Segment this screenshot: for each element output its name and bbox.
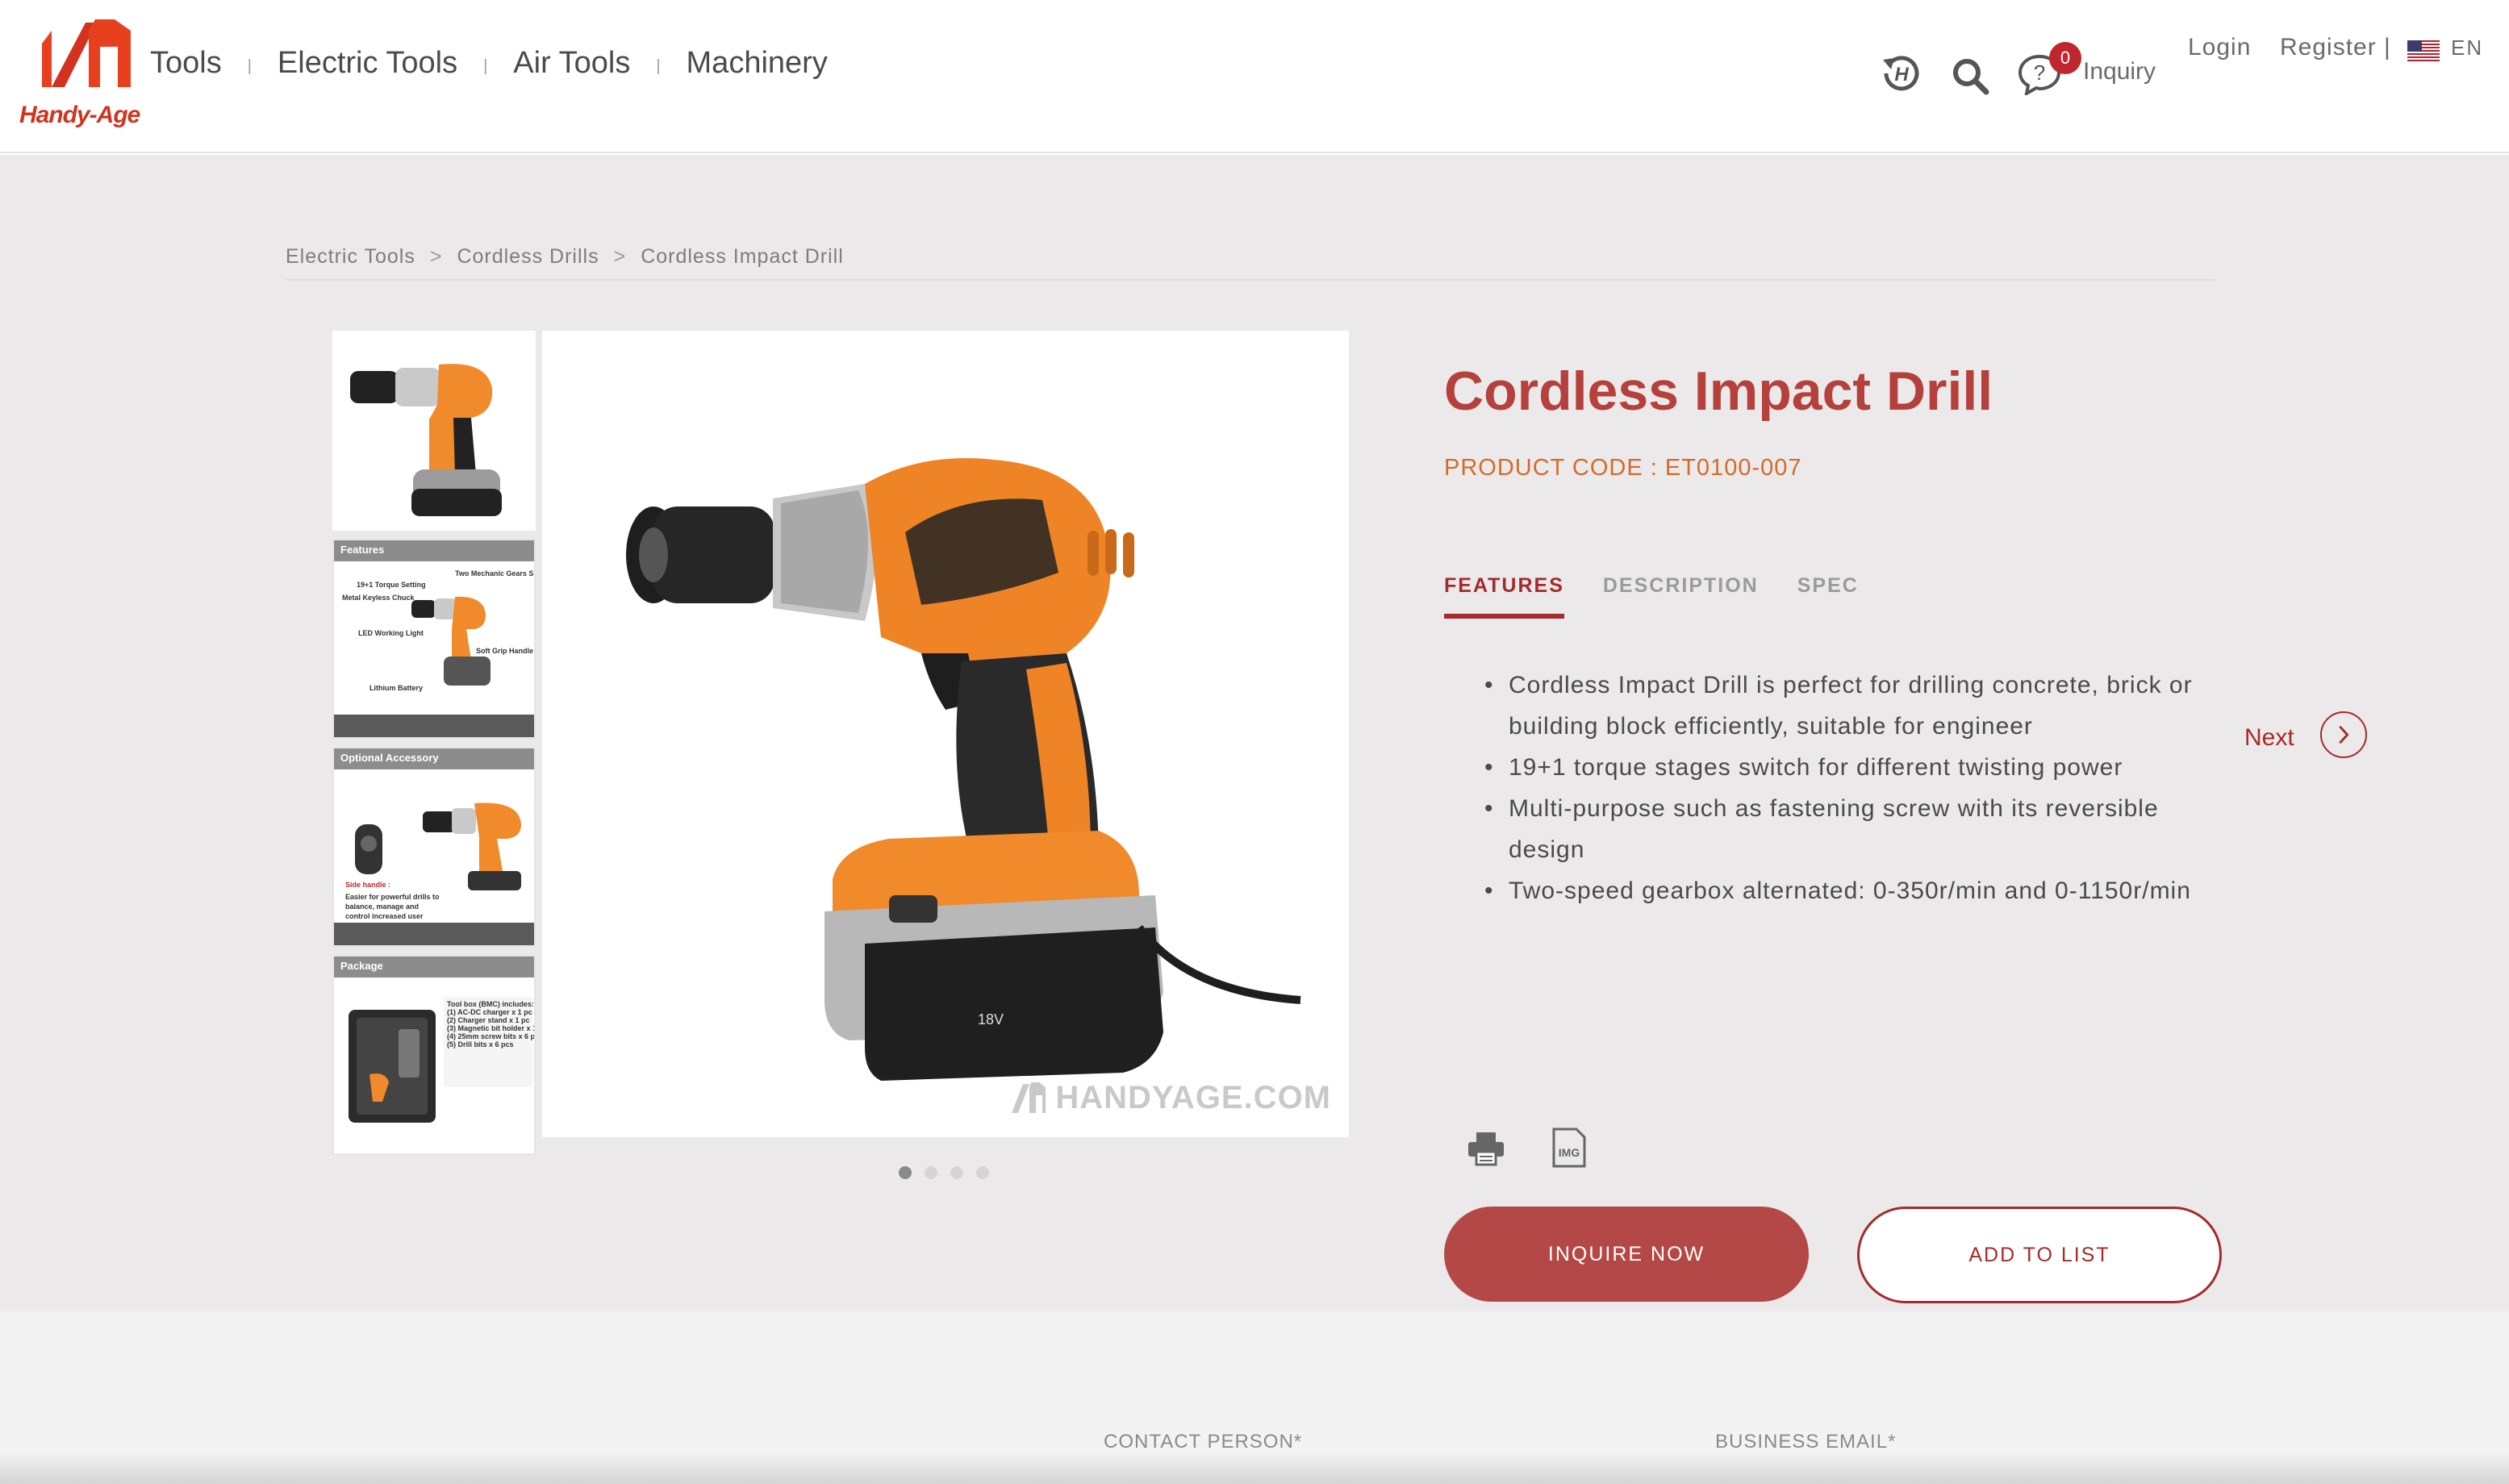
register-link[interactable]: Register | xyxy=(2280,34,2391,61)
accessory-note: Side handle : xyxy=(345,881,391,889)
inquire-now-button[interactable]: INQUIRE NOW xyxy=(1444,1207,1809,1302)
tab-spec[interactable]: SPEC xyxy=(1797,574,1859,619)
breadcrumb-item-cordless-drills[interactable]: Cordless Drills xyxy=(457,245,599,268)
package-note: (2) Charger stand x 1 pc xyxy=(447,1016,530,1024)
history-icon[interactable]: H xyxy=(1878,50,1925,97)
nav-separator: | xyxy=(247,56,252,75)
feature-item: Multi-purpose such as fastening screw wi… xyxy=(1484,788,2227,870)
svg-text:?: ? xyxy=(2034,60,2045,85)
feature-item: 19+1 torque stages switch for different … xyxy=(1484,747,2227,788)
product-title: Cordless Impact Drill xyxy=(1444,361,1993,422)
breadcrumb-divider xyxy=(286,279,2215,281)
package-note: (1) AC-DC charger x 1 pc xyxy=(447,1008,532,1016)
main-nav: Tools | Electric Tools | Air Tools | Mac… xyxy=(150,39,828,87)
business-email-label: BUSINESS EMAIL* xyxy=(1715,1431,1897,1453)
drill-feature-image xyxy=(411,596,491,686)
thumbnail-features[interactable]: Features 19+1 Torque Setting Metal Keyle… xyxy=(332,539,536,739)
us-flag-icon[interactable] xyxy=(2407,40,2440,61)
logo-text: Handy-Age xyxy=(19,102,140,128)
package-note: (5) Drill bits x 6 pcs xyxy=(447,1040,514,1048)
breadcrumb-item-current[interactable]: Cordless Impact Drill xyxy=(641,245,844,268)
tab-features[interactable]: FEATURES xyxy=(1444,574,1564,619)
breadcrumb-item-electric-tools[interactable]: Electric Tools xyxy=(286,245,415,268)
watermark-logo-icon xyxy=(1012,1082,1046,1113)
inquiry-form-section: CONTACT PERSON* BUSINESS EMAIL* xyxy=(0,1311,2509,1484)
watermark-text: HANDYAGE.COM xyxy=(1055,1080,1331,1115)
cordless-drill-image: 18V xyxy=(626,458,1301,1081)
feature-note: 19+1 Torque Setting xyxy=(357,581,426,589)
carousel-dot[interactable] xyxy=(976,1166,989,1179)
carousel-dots xyxy=(899,1166,989,1179)
features-list: Cordless Impact Drill is perfect for dri… xyxy=(1484,665,2227,911)
feature-note: Two Mechanic Gears Speed xyxy=(455,569,534,577)
nav-separator: | xyxy=(483,56,488,75)
carousel-dot[interactable] xyxy=(925,1166,937,1179)
thumbnail-caption: Features xyxy=(334,540,534,561)
img-icon-label: IMG xyxy=(1559,1146,1580,1159)
logo-icon xyxy=(42,19,131,87)
package-note: Tool box (BMC) includes: xyxy=(447,1000,534,1008)
nav-item-machinery[interactable]: Machinery xyxy=(687,46,828,81)
nav-item-electric-tools[interactable]: Electric Tools xyxy=(278,46,457,81)
product-tabs: FEATURES DESCRIPTION SPEC xyxy=(1444,574,1859,619)
thumbnail-package[interactable]: Package Tool box (BMC) includes: (1) AC-… xyxy=(332,955,536,1155)
language-selector[interactable]: EN xyxy=(2451,35,2483,60)
svg-text:H: H xyxy=(1894,64,1909,85)
inquiry-count-badge: 0 xyxy=(2049,42,2081,74)
print-icon[interactable] xyxy=(1467,1131,1505,1166)
image-download-icon[interactable]: IMG xyxy=(1551,1128,1588,1168)
contact-person-label: CONTACT PERSON* xyxy=(1104,1431,1303,1453)
site-header: Handy-Age Tools | Electric Tools | Air T… xyxy=(0,0,2509,153)
package-note: (3) Magnetic bit holder x 1 pc xyxy=(447,1024,534,1032)
package-note: (4) 25mm screw bits x 6 pcs xyxy=(447,1032,536,1040)
feature-item: Cordless Impact Drill is perfect for dri… xyxy=(1484,665,2227,747)
add-to-list-button[interactable]: ADD TO LIST xyxy=(1857,1207,2222,1303)
nav-item-tools[interactable]: Tools xyxy=(150,46,222,81)
carousel-dot[interactable] xyxy=(950,1166,963,1179)
search-icon[interactable] xyxy=(1951,56,1989,95)
breadcrumb: Electric Tools > Cordless Drills > Cordless … xyxy=(286,245,844,269)
nav-separator: | xyxy=(656,56,661,75)
thumbnail-footer xyxy=(334,923,534,945)
package-list: Tool box (BMC) includes: (1) AC-DC charg… xyxy=(444,997,536,1087)
handy-age-logo[interactable]: Handy-Age xyxy=(19,15,148,135)
main-product-image[interactable]: 18V HANDYAGE.COM xyxy=(542,331,1349,1137)
thumbnail-caption: Package xyxy=(334,957,534,978)
thumbnail-caption: Optional Accessory xyxy=(334,748,534,769)
thumbnail-footer xyxy=(334,715,534,737)
chevron-right-icon[interactable] xyxy=(2320,711,2367,758)
tab-description[interactable]: DESCRIPTION xyxy=(1603,574,1759,619)
carousel-dot[interactable] xyxy=(899,1166,912,1179)
feature-note: Metal Keyless Chuck xyxy=(342,594,415,602)
product-section: Electric Tools > Cordless Drills > Cordless … xyxy=(0,155,2509,1311)
login-link[interactable]: Login xyxy=(2188,34,2251,61)
feature-item: Two-speed gearbox alternated: 0-350r/min… xyxy=(1484,870,2227,911)
product-code: PRODUCT CODE : ET0100-007 xyxy=(1444,455,1802,481)
thumbnail-product[interactable] xyxy=(332,331,536,531)
drill-accessory-image xyxy=(423,802,521,890)
thumbnail-accessory[interactable]: Optional Accessory Side handle : Easier … xyxy=(332,747,536,947)
breadcrumb-separator: > xyxy=(613,245,627,268)
thumbnail-list: Features 19+1 Torque Setting Metal Keyle… xyxy=(332,331,536,1163)
battery-label: 18V xyxy=(978,1011,1004,1028)
form-fade xyxy=(0,1452,2509,1484)
nav-item-air-tools[interactable]: Air Tools xyxy=(513,46,630,81)
drill-thumbnail-image xyxy=(350,364,502,516)
next-product-link[interactable]: Next xyxy=(2244,724,2294,752)
watermark: HANDYAGE.COM xyxy=(1010,1080,1331,1116)
tool-box-image xyxy=(349,1010,436,1123)
breadcrumb-separator: > xyxy=(429,245,443,268)
inquiry-link[interactable]: Inquiry xyxy=(2083,58,2156,85)
side-handle-image xyxy=(355,824,382,874)
